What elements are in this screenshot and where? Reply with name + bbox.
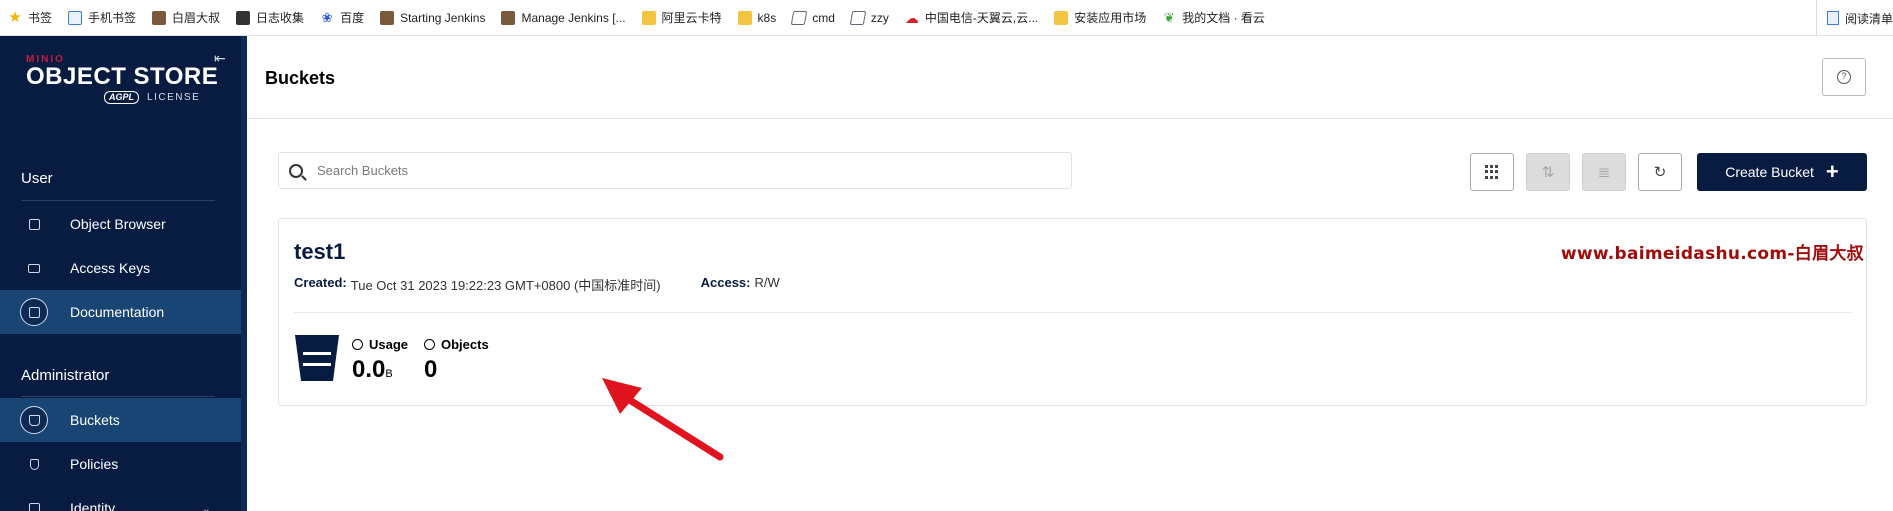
objects-value: 0 [424, 356, 438, 383]
sidebar-item-policies[interactable]: Policies [0, 442, 241, 486]
license-text: LICENSE [147, 92, 201, 103]
shield-icon [20, 450, 48, 478]
objects-icon [424, 339, 435, 350]
bucket-name[interactable]: test1 [294, 239, 345, 265]
bookmark-item[interactable]: ❦ 我的文档 · 看云 [1162, 9, 1265, 26]
identity-icon [20, 494, 48, 511]
collapse-sidebar-icon[interactable]: ⇤ [214, 50, 226, 67]
bucket-card[interactable]: test1 www.baimeidashu.com-白眉大叔 Created: … [278, 218, 1867, 406]
sidebar: MINIO OBJECT STORE AGPL LICENSE ⇤ User O… [0, 36, 247, 511]
star-icon: ★ [8, 8, 22, 26]
grid-icon [1485, 165, 1499, 179]
usage-unit: B [385, 368, 393, 380]
created-value: Tue Oct 31 2023 19:22:23 GMT+0800 (中国标准时… [350, 278, 661, 293]
layers-icon: ≣ [1597, 164, 1611, 181]
replicate-icon: ⇅ [1541, 164, 1555, 181]
section-user: User [21, 170, 53, 187]
reading-list[interactable]: 阅读清单 [1815, 0, 1893, 36]
divider [294, 312, 1851, 313]
reading-list-icon [1826, 11, 1839, 25]
bucket-meta: Created: Tue Oct 31 2023 19:22:23 GMT+08… [294, 275, 780, 294]
create-bucket-button[interactable]: Create Bucket + [1697, 153, 1867, 191]
bookmark-item[interactable]: cmd [791, 10, 835, 25]
documentation-icon [20, 298, 48, 326]
minio-logo[interactable]: MINIO OBJECT STORE AGPL LICENSE [26, 54, 218, 104]
refresh-button[interactable]: ↻ [1638, 153, 1682, 191]
section-administrator: Administrator [21, 367, 110, 384]
bookmark-item[interactable]: Manage Jenkins [... [501, 10, 626, 25]
page-header: Buckets ? [247, 36, 1893, 119]
bookmark-item[interactable]: 手机书签 [68, 9, 136, 26]
lifecycle-button[interactable]: ≣ [1582, 153, 1626, 191]
bookmark-folder[interactable]: 安装应用市场 [1054, 9, 1146, 26]
access-value: R/W [754, 275, 780, 290]
refresh-icon: ↻ [1653, 164, 1667, 181]
bookmark-item[interactable]: zzy [849, 10, 889, 25]
bookmark-item[interactable]: ☁ 中国电信-天翼云,云... [905, 9, 1038, 26]
divider [21, 200, 215, 201]
bookmark-item[interactable]: Starting Jenkins [380, 10, 485, 25]
paw-icon: ❀ [321, 9, 333, 25]
bookmark-folder[interactable]: 阿里云卡特 [641, 9, 722, 26]
plus-icon: + [1825, 159, 1839, 184]
folder-icon [641, 10, 656, 25]
annotation-arrow [602, 378, 724, 461]
jenkins-icon [380, 10, 395, 25]
bookmarks-bar: ★ 书签 手机书签 白眉大叔 日志收集 ❀ 百度 Starting Jenkins … [0, 0, 1893, 36]
person-icon [152, 10, 167, 25]
search-icon [289, 163, 303, 178]
watermark: www.baimeidashu.com-白眉大叔 [1560, 244, 1864, 264]
jenkins-icon [501, 10, 516, 25]
sidebar-item-documentation[interactable]: Documentation [0, 290, 241, 334]
bucket-icon [295, 335, 339, 381]
doc-icon [849, 10, 867, 25]
search-input[interactable] [317, 163, 1017, 178]
logo-brand-large: OBJECT STORE [26, 63, 219, 90]
agpl-badge: AGPL [104, 91, 140, 104]
sidebar-item-access-keys[interactable]: Access Keys [0, 246, 241, 290]
bookmark-item[interactable]: ❀ 百度 [320, 9, 364, 26]
leaf-icon: ❦ [1163, 9, 1175, 25]
divider [21, 396, 215, 397]
folder-icon [737, 10, 752, 25]
doc-icon [791, 10, 808, 25]
replication-button[interactable]: ⇅ [1526, 153, 1570, 191]
bookmark-item[interactable]: ★ 书签 [8, 9, 52, 26]
folder-icon [1054, 10, 1069, 25]
circle-icon [236, 10, 251, 25]
list-view-button[interactable] [1470, 153, 1514, 191]
objects-stat: Objects 0 [424, 337, 489, 383]
sidebar-item-object-browser[interactable]: Object Browser [0, 202, 241, 246]
page-title: Buckets [265, 68, 336, 88]
usage-stat: Usage 0.0B [352, 337, 409, 383]
access-label: Access: [700, 275, 751, 290]
bookmark-item[interactable]: 日志收集 [236, 9, 304, 26]
cloud-icon: ☁ [904, 9, 919, 26]
usage-value: 0.0 [352, 356, 386, 383]
bookmark-folder[interactable]: k8s [737, 10, 776, 25]
bucket-icon [20, 406, 48, 434]
help-button[interactable]: ? [1822, 58, 1866, 96]
search-bar [278, 152, 1072, 189]
help-icon: ? [1837, 70, 1851, 84]
sidebar-item-identity[interactable]: Identity ⌄ [0, 486, 241, 511]
pie-chart-icon [352, 339, 363, 350]
bookmark-item[interactable]: 白眉大叔 [152, 9, 220, 26]
access-keys-icon [20, 254, 48, 282]
chevron-down-icon: ⌄ [201, 502, 211, 511]
page-icon [68, 10, 83, 25]
created-label: Created: [294, 275, 347, 290]
sidebar-item-buckets[interactable]: Buckets [0, 398, 241, 442]
object-browser-icon [20, 210, 48, 238]
